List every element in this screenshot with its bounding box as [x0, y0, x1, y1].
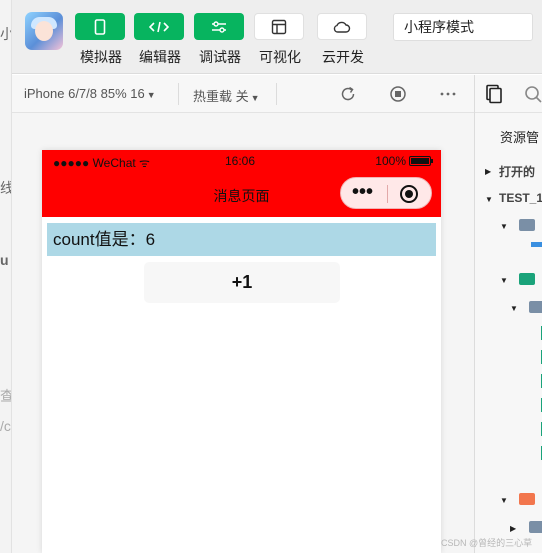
simulator-label: 模拟器: [80, 49, 122, 65]
left-fragment: u: [0, 252, 9, 268]
status-bar: ●●●●● WeChat ᯤ 16:06 100%: [42, 150, 441, 171]
simulator-button[interactable]: 模拟器: [75, 13, 127, 67]
left-fragment: /c: [0, 418, 11, 434]
file-icon[interactable]: [531, 242, 542, 247]
files-icon[interactable]: [484, 84, 504, 104]
open-editors-section[interactable]: 打开的: [499, 163, 535, 180]
debugger-button[interactable]: 调试器: [194, 13, 246, 67]
battery-icon: [409, 156, 433, 166]
left-fragment: 线: [0, 178, 11, 198]
left-fragment: 小: [0, 24, 11, 44]
left-panel-strip: 小 线 u 查 /c: [0, 0, 12, 553]
chevron-down-icon: ▼: [146, 90, 156, 100]
chevron-down-icon: ▼: [250, 93, 260, 103]
battery-percent: 100%: [375, 154, 406, 168]
search-icon[interactable]: [523, 84, 542, 104]
more-icon[interactable]: •••: [352, 182, 373, 202]
explorer-panel: 资源管 ▶ 打开的 ▼ TEST_1 ▼ ▼ ▼ ▼ ▶: [474, 75, 542, 553]
hot-reload-select[interactable]: 热重载 关 ▼: [193, 86, 260, 105]
debugger-label: 调试器: [199, 49, 241, 65]
hot-reload-label: 热重载 关: [193, 89, 249, 104]
folder-icon[interactable]: [519, 493, 535, 505]
explorer-title: 资源管: [500, 130, 540, 145]
device-label: iPhone 6/7/8 85% 16: [24, 86, 145, 101]
menu-capsule: •••: [340, 177, 432, 209]
nav-bar: 消息页面 •••: [42, 171, 441, 217]
project-section[interactable]: TEST_1: [499, 191, 542, 205]
divider: [178, 83, 179, 105]
top-toolbar: 模拟器 编辑器 调试器 可视化 云开发 小程序模式: [12, 0, 542, 74]
watermark: CSDN @曾经的三心草: [441, 538, 533, 548]
phone-screen: ●●●●● WeChat ᯤ 16:06 100% 消息页面 ••• count…: [42, 150, 441, 553]
stop-icon[interactable]: [389, 85, 407, 103]
carrier-label: ●●●●● WeChat ᯤ: [53, 156, 151, 170]
chevron-right-icon: ▶: [510, 524, 517, 533]
close-icon[interactable]: [400, 185, 418, 203]
simulator-subbar: iPhone 6/7/8 85% 16 ▼ 热重载 关 ▼: [12, 75, 474, 113]
sliders-icon: [212, 20, 226, 33]
editor-button[interactable]: 编辑器: [134, 13, 186, 67]
left-fragment: 查: [0, 386, 11, 406]
wifi-icon: ᯤ: [135, 156, 151, 170]
phone-icon: [94, 18, 106, 35]
cloud-icon: [333, 21, 351, 33]
battery-indicator: 100%: [375, 154, 433, 168]
chevron-down-icon: ▼: [500, 222, 508, 231]
cloud-dev-label: 云开发: [322, 49, 364, 65]
count-text: count值是：6: [47, 223, 436, 256]
visualize-label: 可视化: [259, 49, 301, 65]
explorer-toolbar: [475, 75, 542, 113]
divider: [276, 83, 277, 105]
chevron-down-icon: ▼: [510, 304, 518, 313]
visualize-button[interactable]: 可视化: [254, 13, 306, 67]
folder-icon[interactable]: [529, 301, 542, 313]
avatar[interactable]: [25, 12, 63, 50]
cloud-dev-button[interactable]: 云开发: [317, 13, 369, 67]
chevron-down-icon: ▼: [500, 276, 508, 285]
chevron-down-icon: ▼: [500, 496, 508, 505]
layout-icon: [271, 19, 287, 34]
refresh-icon[interactable]: [339, 85, 357, 103]
mode-select[interactable]: 小程序模式: [393, 13, 533, 41]
status-time: 16:06: [225, 154, 256, 168]
more-icon[interactable]: [439, 85, 457, 103]
code-icon: [149, 21, 169, 32]
chevron-right-icon: ▶: [485, 167, 492, 176]
folder-icon[interactable]: [529, 521, 542, 533]
chevron-down-icon: ▼: [485, 195, 493, 204]
folder-icon[interactable]: [519, 273, 535, 285]
divider: [387, 185, 388, 203]
increment-button[interactable]: +1: [144, 262, 340, 303]
editor-label: 编辑器: [139, 49, 181, 65]
device-select[interactable]: iPhone 6/7/8 85% 16 ▼: [24, 86, 156, 101]
folder-icon[interactable]: [519, 219, 535, 231]
